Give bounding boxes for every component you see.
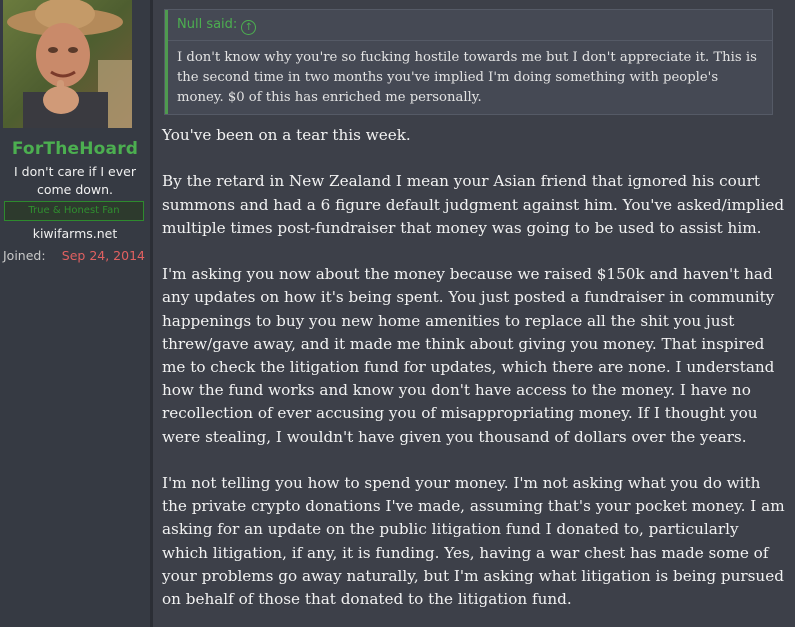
post-paragraph: You've been on a tear this week. [162, 126, 411, 144]
user-sidebar: ForTheHoard I don't care if I ever come … [0, 0, 150, 627]
post-paragraph: I'm not telling you how to spend your mo… [162, 474, 785, 609]
quote-author[interactable]: Null said: [177, 17, 237, 32]
arrow-up-icon[interactable]: ↑ [241, 20, 257, 35]
post-body: You've been on a tear this week. By the … [162, 124, 787, 627]
username[interactable]: ForTheHoard [0, 139, 150, 159]
quote-text: I don't know why you're so fucking hosti… [177, 50, 757, 105]
post-paragraph: I'm asking you now about the money becau… [162, 265, 775, 446]
user-title: I don't care if I ever come down. [14, 164, 136, 197]
post-content: Null said: ↑ I don't know why you're so f… [153, 0, 795, 627]
quote-divider [168, 40, 772, 41]
joined-date: Sep 24, 2014 [61, 248, 145, 263]
avatar[interactable] [3, 0, 132, 128]
user-banner: True & Honest Fan [4, 201, 144, 221]
quote-header[interactable]: Null said: ↑ [177, 17, 257, 35]
user-site: kiwifarms.net [32, 226, 118, 241]
quote-block: Null said: ↑ I don't know why you're so f… [164, 9, 773, 115]
post-paragraph: By the retard in New Zealand I mean your… [162, 172, 785, 237]
joined-label: Joined: [3, 248, 46, 263]
avatar-image [3, 0, 132, 128]
